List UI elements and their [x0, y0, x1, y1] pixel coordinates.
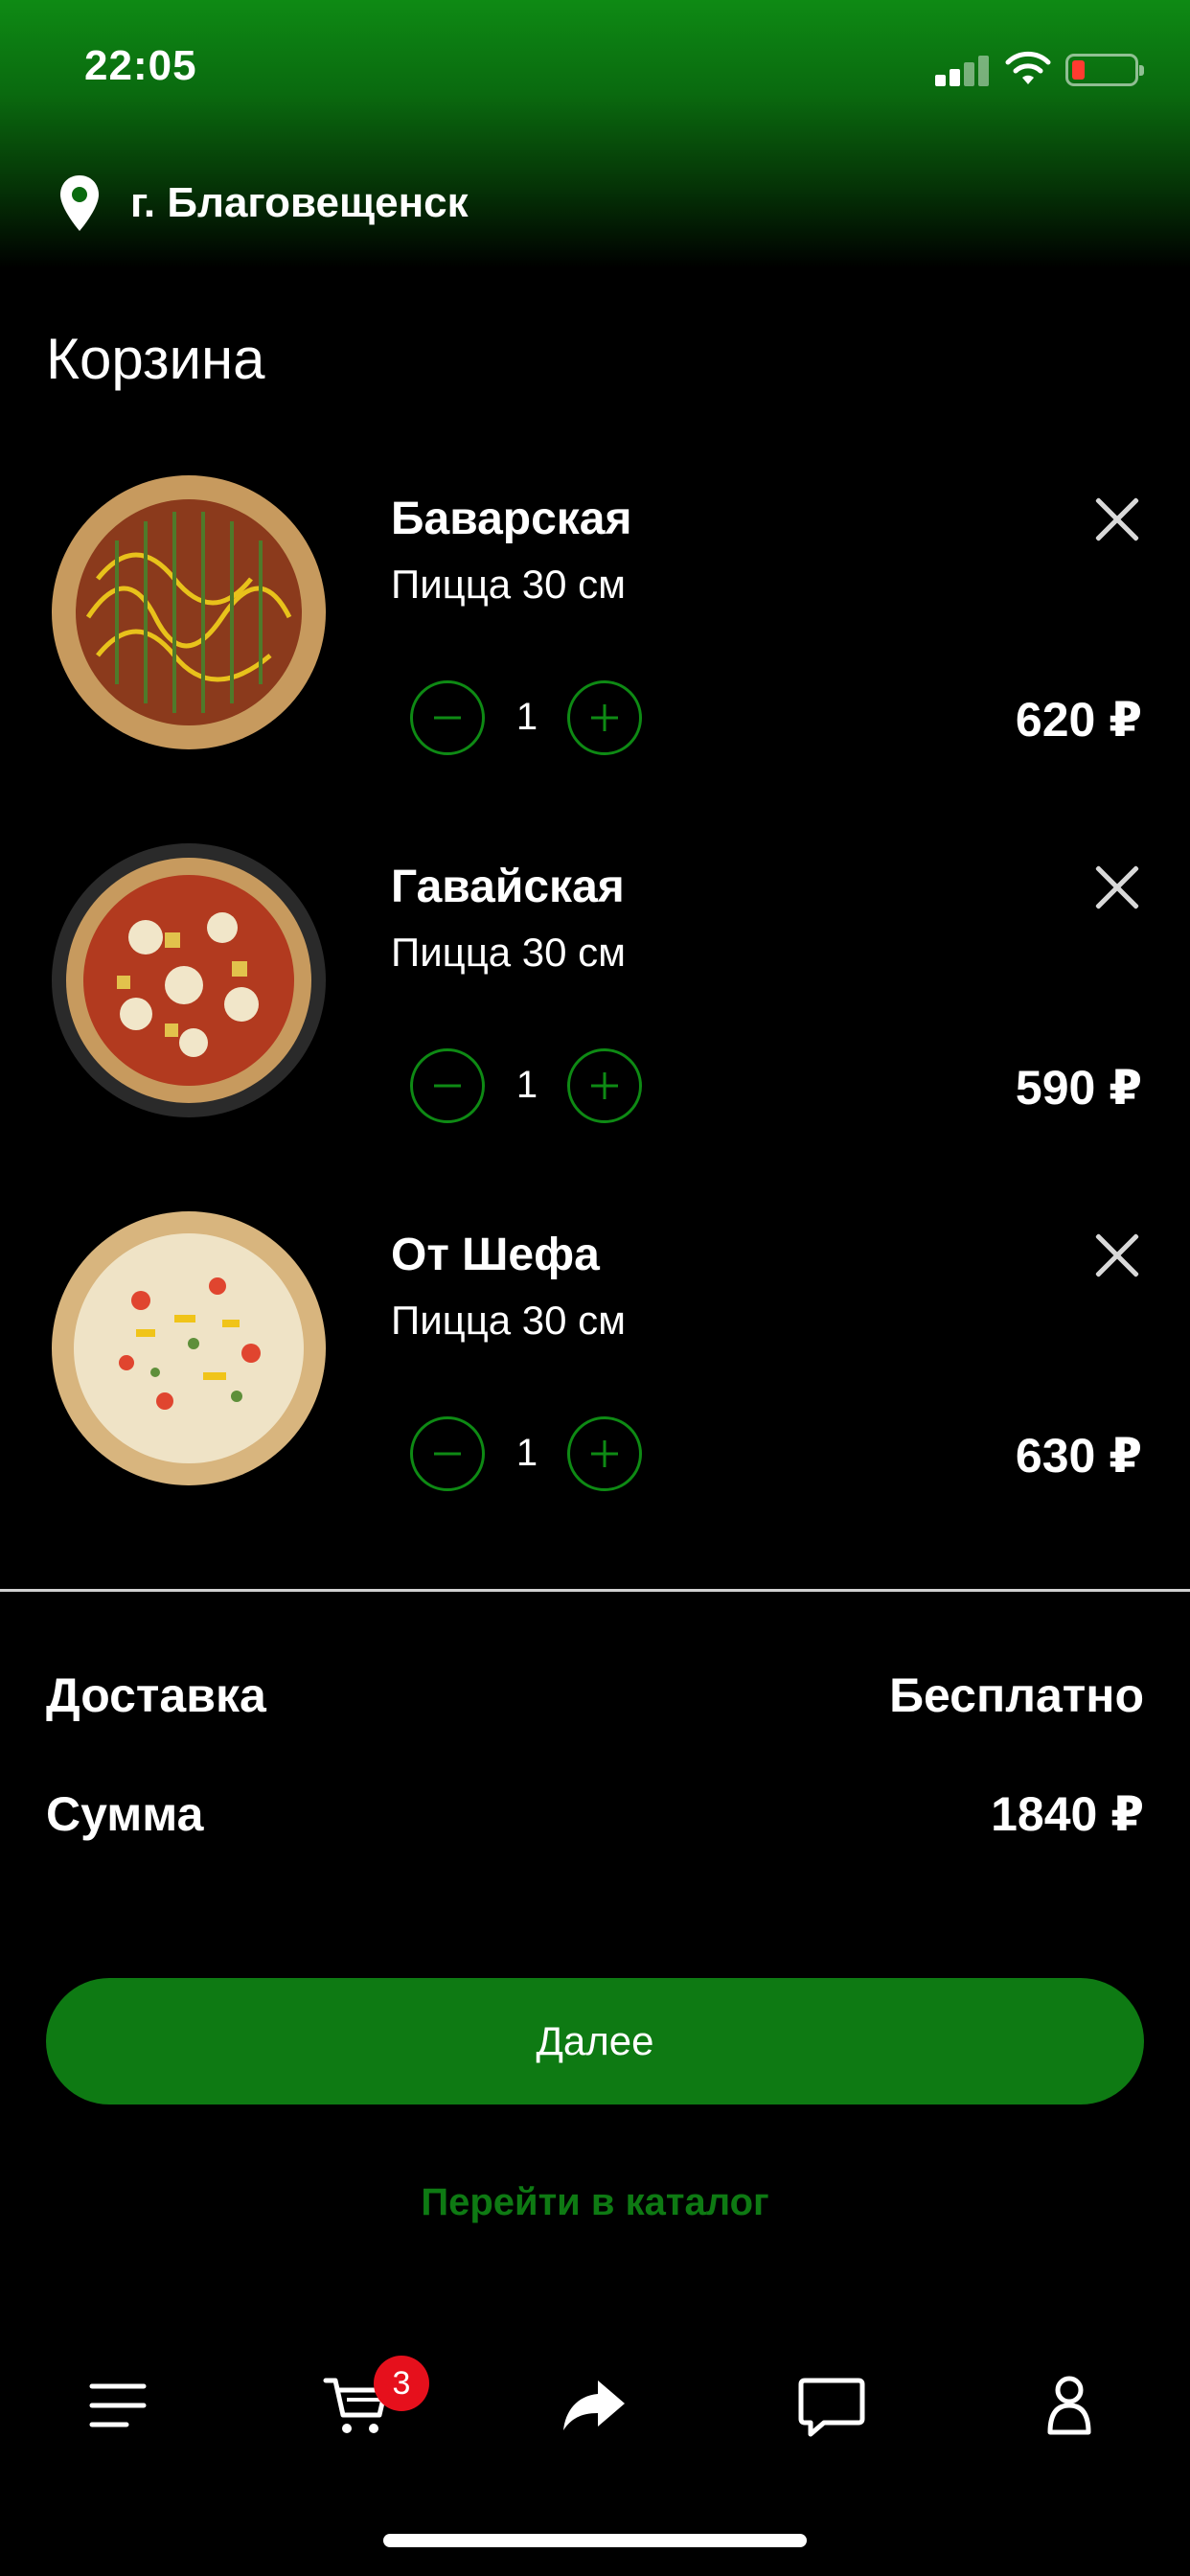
catalog-link[interactable]: Перейти в каталог	[0, 2181, 1190, 2224]
location-selector[interactable]: г. Благовещенск	[57, 172, 469, 234]
delivery-label: Доставка	[46, 1668, 266, 1722]
menu-icon	[89, 2383, 147, 2427]
decrease-quantity-button[interactable]	[410, 680, 485, 755]
item-quantity: 1	[515, 696, 538, 738]
delivery-value: Бесплатно	[889, 1668, 1144, 1722]
pizza-image	[50, 1209, 328, 1487]
page-title: Корзина	[46, 327, 265, 391]
pizza-image	[50, 473, 328, 751]
status-time: 22:05	[84, 42, 197, 89]
cart-item: Гавайская Пицца 30 см 1 590 ₽	[0, 841, 1190, 1129]
location-pin-icon	[60, 175, 99, 231]
profile-tab[interactable]	[1021, 2358, 1117, 2453]
profile-icon	[1047, 2376, 1091, 2435]
delivery-row: Доставка Бесплатно	[46, 1668, 1144, 1723]
decrease-quantity-button[interactable]	[410, 1416, 485, 1491]
remove-item-button[interactable]	[1092, 862, 1142, 912]
share-tab[interactable]	[546, 2358, 642, 2453]
remove-item-button[interactable]	[1092, 1230, 1142, 1280]
item-description: Пицца 30 см	[391, 930, 627, 975]
total-value: 1840 ₽	[991, 1787, 1144, 1841]
home-indicator[interactable]	[383, 2534, 807, 2547]
item-quantity: 1	[515, 1064, 538, 1106]
cellular-signal-icon	[935, 54, 989, 86]
pizza-image	[50, 841, 328, 1119]
item-description: Пицца 30 см	[391, 562, 627, 607]
cart-item: Баварская Пицца 30 см 1 620 ₽	[0, 473, 1190, 761]
location-city: г. Благовещенск	[130, 179, 469, 226]
menu-tab[interactable]	[71, 2358, 167, 2453]
increase-quantity-button[interactable]	[567, 680, 642, 755]
total-label: Сумма	[46, 1787, 204, 1841]
item-name: От Шефа	[391, 1230, 600, 1280]
item-name: Гавайская	[391, 862, 625, 912]
next-button[interactable]: Далее	[46, 1978, 1144, 2104]
chat-icon	[798, 2378, 865, 2437]
item-price: 620 ₽	[1015, 693, 1142, 747]
increase-quantity-button[interactable]	[567, 1416, 642, 1491]
cart-item: От Шефа Пицца 30 см 1 630 ₽	[0, 1209, 1190, 1497]
bottom-tab-bar	[0, 2358, 1190, 2453]
remove-item-button[interactable]	[1092, 494, 1142, 544]
battery-icon	[1065, 54, 1144, 86]
chat-tab[interactable]	[784, 2358, 880, 2453]
wifi-icon	[1004, 50, 1052, 88]
cart-count-badge: 3	[374, 2356, 429, 2411]
item-description: Пицца 30 см	[391, 1298, 627, 1343]
item-price: 630 ₽	[1015, 1429, 1142, 1483]
decrease-quantity-button[interactable]	[410, 1048, 485, 1123]
increase-quantity-button[interactable]	[567, 1048, 642, 1123]
item-name: Баварская	[391, 494, 632, 544]
share-icon	[563, 2380, 625, 2430]
total-row: Сумма 1840 ₽	[46, 1786, 1144, 1842]
item-price: 590 ₽	[1015, 1061, 1142, 1115]
divider	[0, 1589, 1190, 1592]
item-quantity: 1	[515, 1432, 538, 1474]
